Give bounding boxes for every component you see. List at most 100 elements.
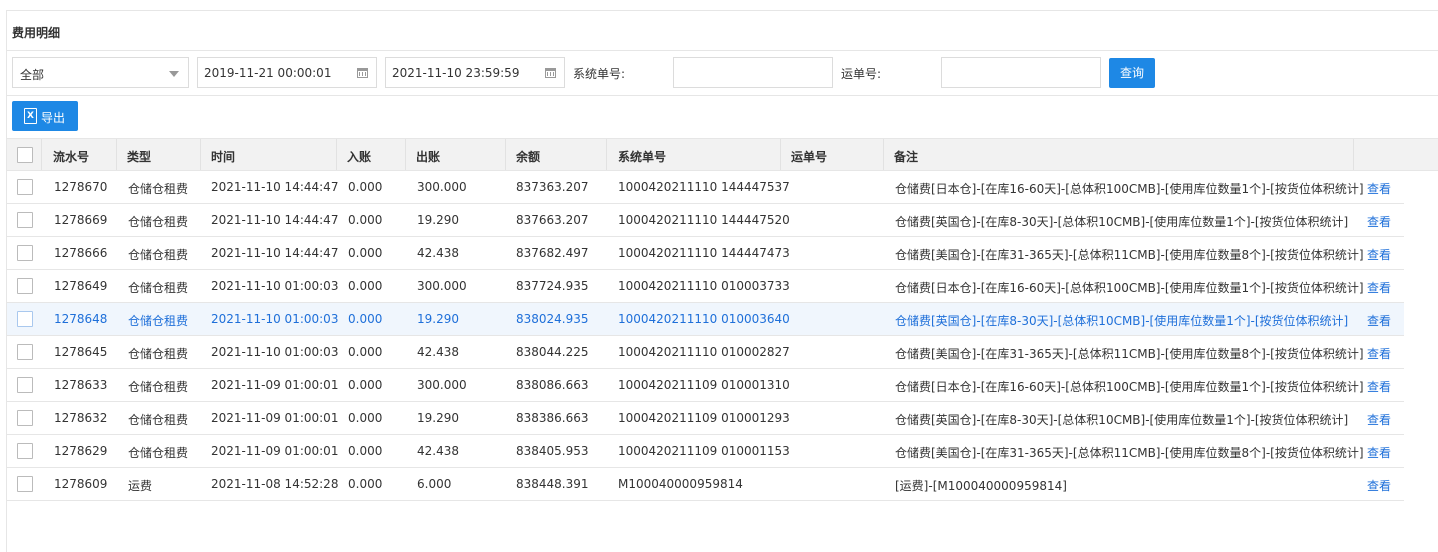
cell-system-no: 1000420211110 010002827 — [618, 345, 790, 359]
cell-balance: 838405.953 — [516, 444, 589, 458]
cell-serial-no: 1278645 — [54, 345, 108, 359]
cell-time: 2021-11-09 01:00:01 — [211, 378, 339, 392]
view-link[interactable]: 查看 — [1367, 180, 1391, 197]
table-header: 流水号 类型 时间 入账 出账 余额 系统单号 运单号 备注 — [7, 138, 1438, 171]
end-date-input[interactable]: 2021-11-10 23:59:59 — [385, 57, 565, 88]
cell-debit: 42.438 — [417, 444, 459, 458]
header-remark[interactable]: 备注 — [894, 148, 918, 165]
cell-type: 仓储仓租费 — [128, 281, 189, 295]
column-divider — [780, 139, 781, 170]
cell-time: 2021-11-09 01:00:01 — [211, 444, 339, 458]
cell-system-no: 1000420211110 144447473 — [618, 246, 790, 260]
view-link[interactable]: 查看 — [1367, 444, 1391, 461]
cell-debit: 42.438 — [417, 246, 459, 260]
header-credit[interactable]: 入账 — [347, 148, 371, 165]
row-checkbox[interactable] — [17, 212, 33, 228]
cell-type: 仓储仓租费 — [128, 314, 189, 328]
header-serial-no[interactable]: 流水号 — [53, 148, 89, 165]
cell-balance: 837682.497 — [516, 246, 589, 260]
header-balance[interactable]: 余额 — [516, 148, 540, 165]
table-row[interactable]: 1278632 仓储仓租费 2021-11-09 01:00:01 0.000 19.2… — [7, 402, 1404, 435]
table-row[interactable]: 1278669 仓储仓租费 2021-11-10 14:44:47 0.000 19.2… — [7, 204, 1404, 237]
view-link[interactable]: 查看 — [1367, 279, 1391, 296]
cell-debit: 19.290 — [417, 213, 459, 227]
cell-system-no: 1000420211110 144447537 — [618, 180, 790, 194]
cell-time: 2021-11-08 14:52:28 — [211, 477, 339, 491]
export-label: 导出 — [41, 111, 66, 125]
table-row[interactable]: 1278609 运费 2021-11-08 14:52:28 0.000 6.000 83… — [7, 468, 1404, 501]
row-checkbox[interactable] — [17, 377, 33, 393]
cell-serial-no: 1278633 — [54, 378, 108, 392]
cell-remark: 仓储费[美国仓]-[在库31-365天]-[总体积11CMB]-[使用库位数量8… — [895, 248, 1364, 262]
view-link[interactable]: 查看 — [1367, 411, 1391, 428]
cell-remark: 仓储费[日本仓]-[在库16-60天]-[总体积100CMB]-[使用库位数量1… — [895, 281, 1364, 295]
header-time[interactable]: 时间 — [211, 148, 235, 165]
header-type[interactable]: 类型 — [127, 148, 151, 165]
column-divider — [200, 139, 201, 170]
row-checkbox[interactable] — [17, 179, 33, 195]
cell-balance: 838448.391 — [516, 477, 589, 491]
row-checkbox[interactable] — [17, 344, 33, 360]
cell-credit: 0.000 — [348, 411, 383, 425]
table-row[interactable]: 1278629 仓储仓租费 2021-11-09 01:00:01 0.000 42.4… — [7, 435, 1404, 468]
column-divider — [116, 139, 117, 170]
view-link[interactable]: 查看 — [1367, 312, 1391, 329]
cell-system-no: 1000420211109 010001310 — [618, 378, 790, 392]
cell-balance: 838024.935 — [516, 312, 589, 326]
cell-system-no: M100040000959814 — [618, 477, 743, 491]
chevron-down-icon — [169, 71, 179, 77]
cell-balance: 837724.935 — [516, 279, 589, 293]
cell-serial-no: 1278666 — [54, 246, 108, 260]
table-row[interactable]: 1278666 仓储仓租费 2021-11-10 14:44:47 0.000 42.4… — [7, 237, 1404, 270]
row-checkbox[interactable] — [17, 476, 33, 492]
table-row[interactable]: 1278648 仓储仓租费 2021-11-10 01:00:03 0.000 19.2… — [7, 303, 1404, 336]
row-checkbox[interactable] — [17, 443, 33, 459]
type-select[interactable]: 全部 — [12, 57, 189, 88]
cell-time: 2021-11-10 14:44:47 — [211, 246, 339, 260]
header-waybill[interactable]: 运单号 — [791, 148, 827, 165]
row-checkbox[interactable] — [17, 410, 33, 426]
view-link[interactable]: 查看 — [1367, 378, 1391, 395]
export-button[interactable]: X 导出 — [12, 101, 78, 131]
table-row[interactable]: 1278645 仓储仓租费 2021-11-10 01:00:03 0.000 42.4… — [7, 336, 1404, 369]
cell-serial-no: 1278629 — [54, 444, 108, 458]
table-row[interactable]: 1278670 仓储仓租费 2021-11-10 14:44:47 0.000 300.… — [7, 171, 1404, 204]
table-row[interactable]: 1278649 仓储仓租费 2021-11-10 01:00:03 0.000 300.… — [7, 270, 1404, 303]
cell-system-no: 1000420211109 010001153 — [618, 444, 790, 458]
cell-credit: 0.000 — [348, 345, 383, 359]
cell-time: 2021-11-10 01:00:03 — [211, 345, 339, 359]
cell-debit: 19.290 — [417, 411, 459, 425]
system-no-label: 系统单号: — [573, 67, 626, 81]
select-all-checkbox[interactable] — [17, 147, 33, 163]
cell-type: 仓储仓租费 — [128, 248, 189, 262]
cell-remark: 仓储费[英国仓]-[在库8-30天]-[总体积10CMB]-[使用库位数量1个]… — [895, 314, 1349, 328]
column-divider — [1353, 139, 1354, 170]
cell-time: 2021-11-10 14:44:47 — [211, 180, 339, 194]
calendar-icon — [357, 68, 368, 78]
view-link[interactable]: 查看 — [1367, 345, 1391, 362]
waybill-input[interactable] — [941, 57, 1101, 88]
cell-remark: 仓储费[日本仓]-[在库16-60天]-[总体积100CMB]-[使用库位数量1… — [895, 182, 1364, 196]
cell-remark: 仓储费[英国仓]-[在库8-30天]-[总体积10CMB]-[使用库位数量1个]… — [895, 413, 1349, 427]
header-debit[interactable]: 出账 — [416, 148, 440, 165]
header-system-no[interactable]: 系统单号 — [618, 148, 666, 165]
system-no-input[interactable] — [673, 57, 833, 88]
cell-remark: 仓储费[英国仓]-[在库8-30天]-[总体积10CMB]-[使用库位数量1个]… — [895, 215, 1349, 229]
view-link[interactable]: 查看 — [1367, 246, 1391, 263]
query-button[interactable]: 查询 — [1109, 58, 1155, 88]
column-divider — [41, 139, 42, 170]
column-divider — [505, 139, 506, 170]
cell-system-no: 1000420211110 144447520 — [618, 213, 790, 227]
cell-system-no: 1000420211110 010003733 — [618, 279, 790, 293]
view-link[interactable]: 查看 — [1367, 477, 1391, 494]
view-link[interactable]: 查看 — [1367, 213, 1391, 230]
row-checkbox[interactable] — [17, 311, 33, 327]
table-row[interactable]: 1278633 仓储仓租费 2021-11-09 01:00:01 0.000 300.… — [7, 369, 1404, 402]
divider — [6, 50, 1438, 51]
start-date-input[interactable]: 2019-11-21 00:00:01 — [197, 57, 377, 88]
row-checkbox[interactable] — [17, 245, 33, 261]
cell-type: 运费 — [128, 479, 153, 493]
cell-remark: [运费]-[M100040000959814] — [895, 479, 1067, 493]
row-checkbox[interactable] — [17, 278, 33, 294]
cell-type: 仓储仓租费 — [128, 380, 189, 394]
